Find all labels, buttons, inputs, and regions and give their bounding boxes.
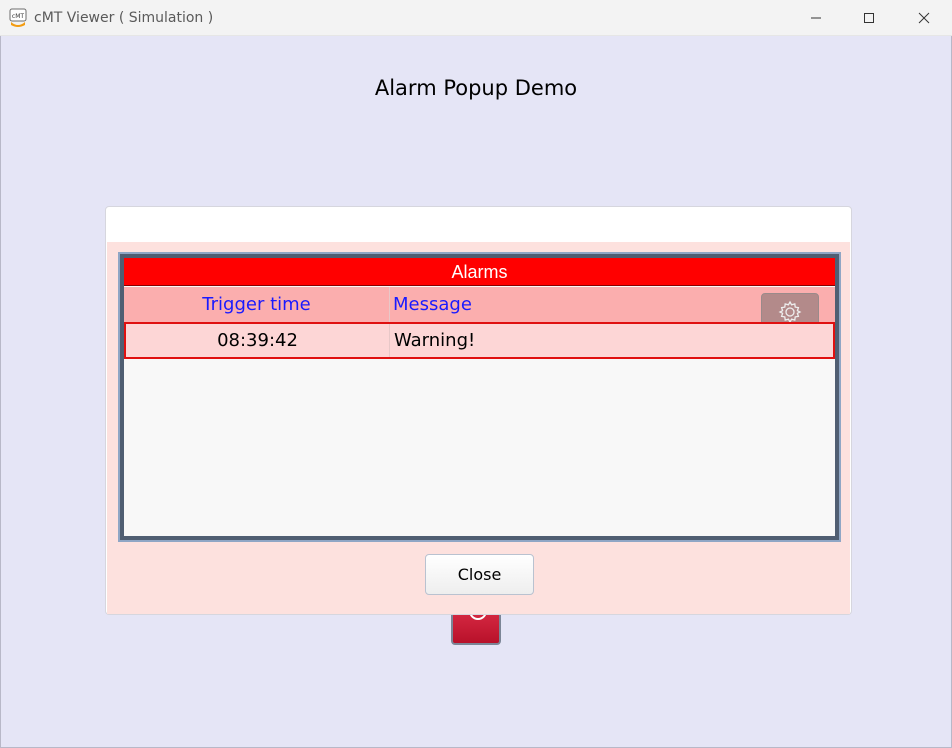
window-title: cMT Viewer ( Simulation ) (34, 10, 214, 26)
minimize-button[interactable] (789, 0, 843, 36)
close-icon (918, 12, 930, 24)
cmt-app-icon: cMT (9, 8, 27, 27)
alarm-row[interactable]: 08:39:42 Warning! (124, 322, 835, 359)
close-window-button[interactable] (897, 0, 951, 36)
alarm-display: Alarms Trigger time Message 08:39:42 War… (118, 252, 841, 542)
close-button[interactable]: Close (425, 554, 534, 595)
alarm-message: Warning! (394, 330, 476, 351)
alarm-popup-window: Alarms Trigger time Message 08:39:42 War… (105, 206, 852, 615)
column-header-trigger-time[interactable]: Trigger time (124, 287, 390, 322)
maximize-button[interactable] (842, 0, 896, 36)
maximize-icon (864, 13, 874, 23)
alarm-trigger-time: 08:39:42 (126, 324, 390, 357)
alarm-table-header: Alarms (124, 258, 835, 286)
svg-text:cMT: cMT (12, 13, 24, 20)
gear-icon (778, 300, 802, 323)
title-bar[interactable]: cMT cMT Viewer ( Simulation ) (0, 0, 952, 36)
minimize-icon (811, 17, 821, 19)
page-title: Alarm Popup Demo (374, 76, 578, 100)
column-header-row: Trigger time Message (124, 287, 835, 330)
popup-body: Alarms Trigger time Message 08:39:42 War… (107, 242, 850, 614)
column-header-message[interactable]: Message (392, 287, 472, 322)
